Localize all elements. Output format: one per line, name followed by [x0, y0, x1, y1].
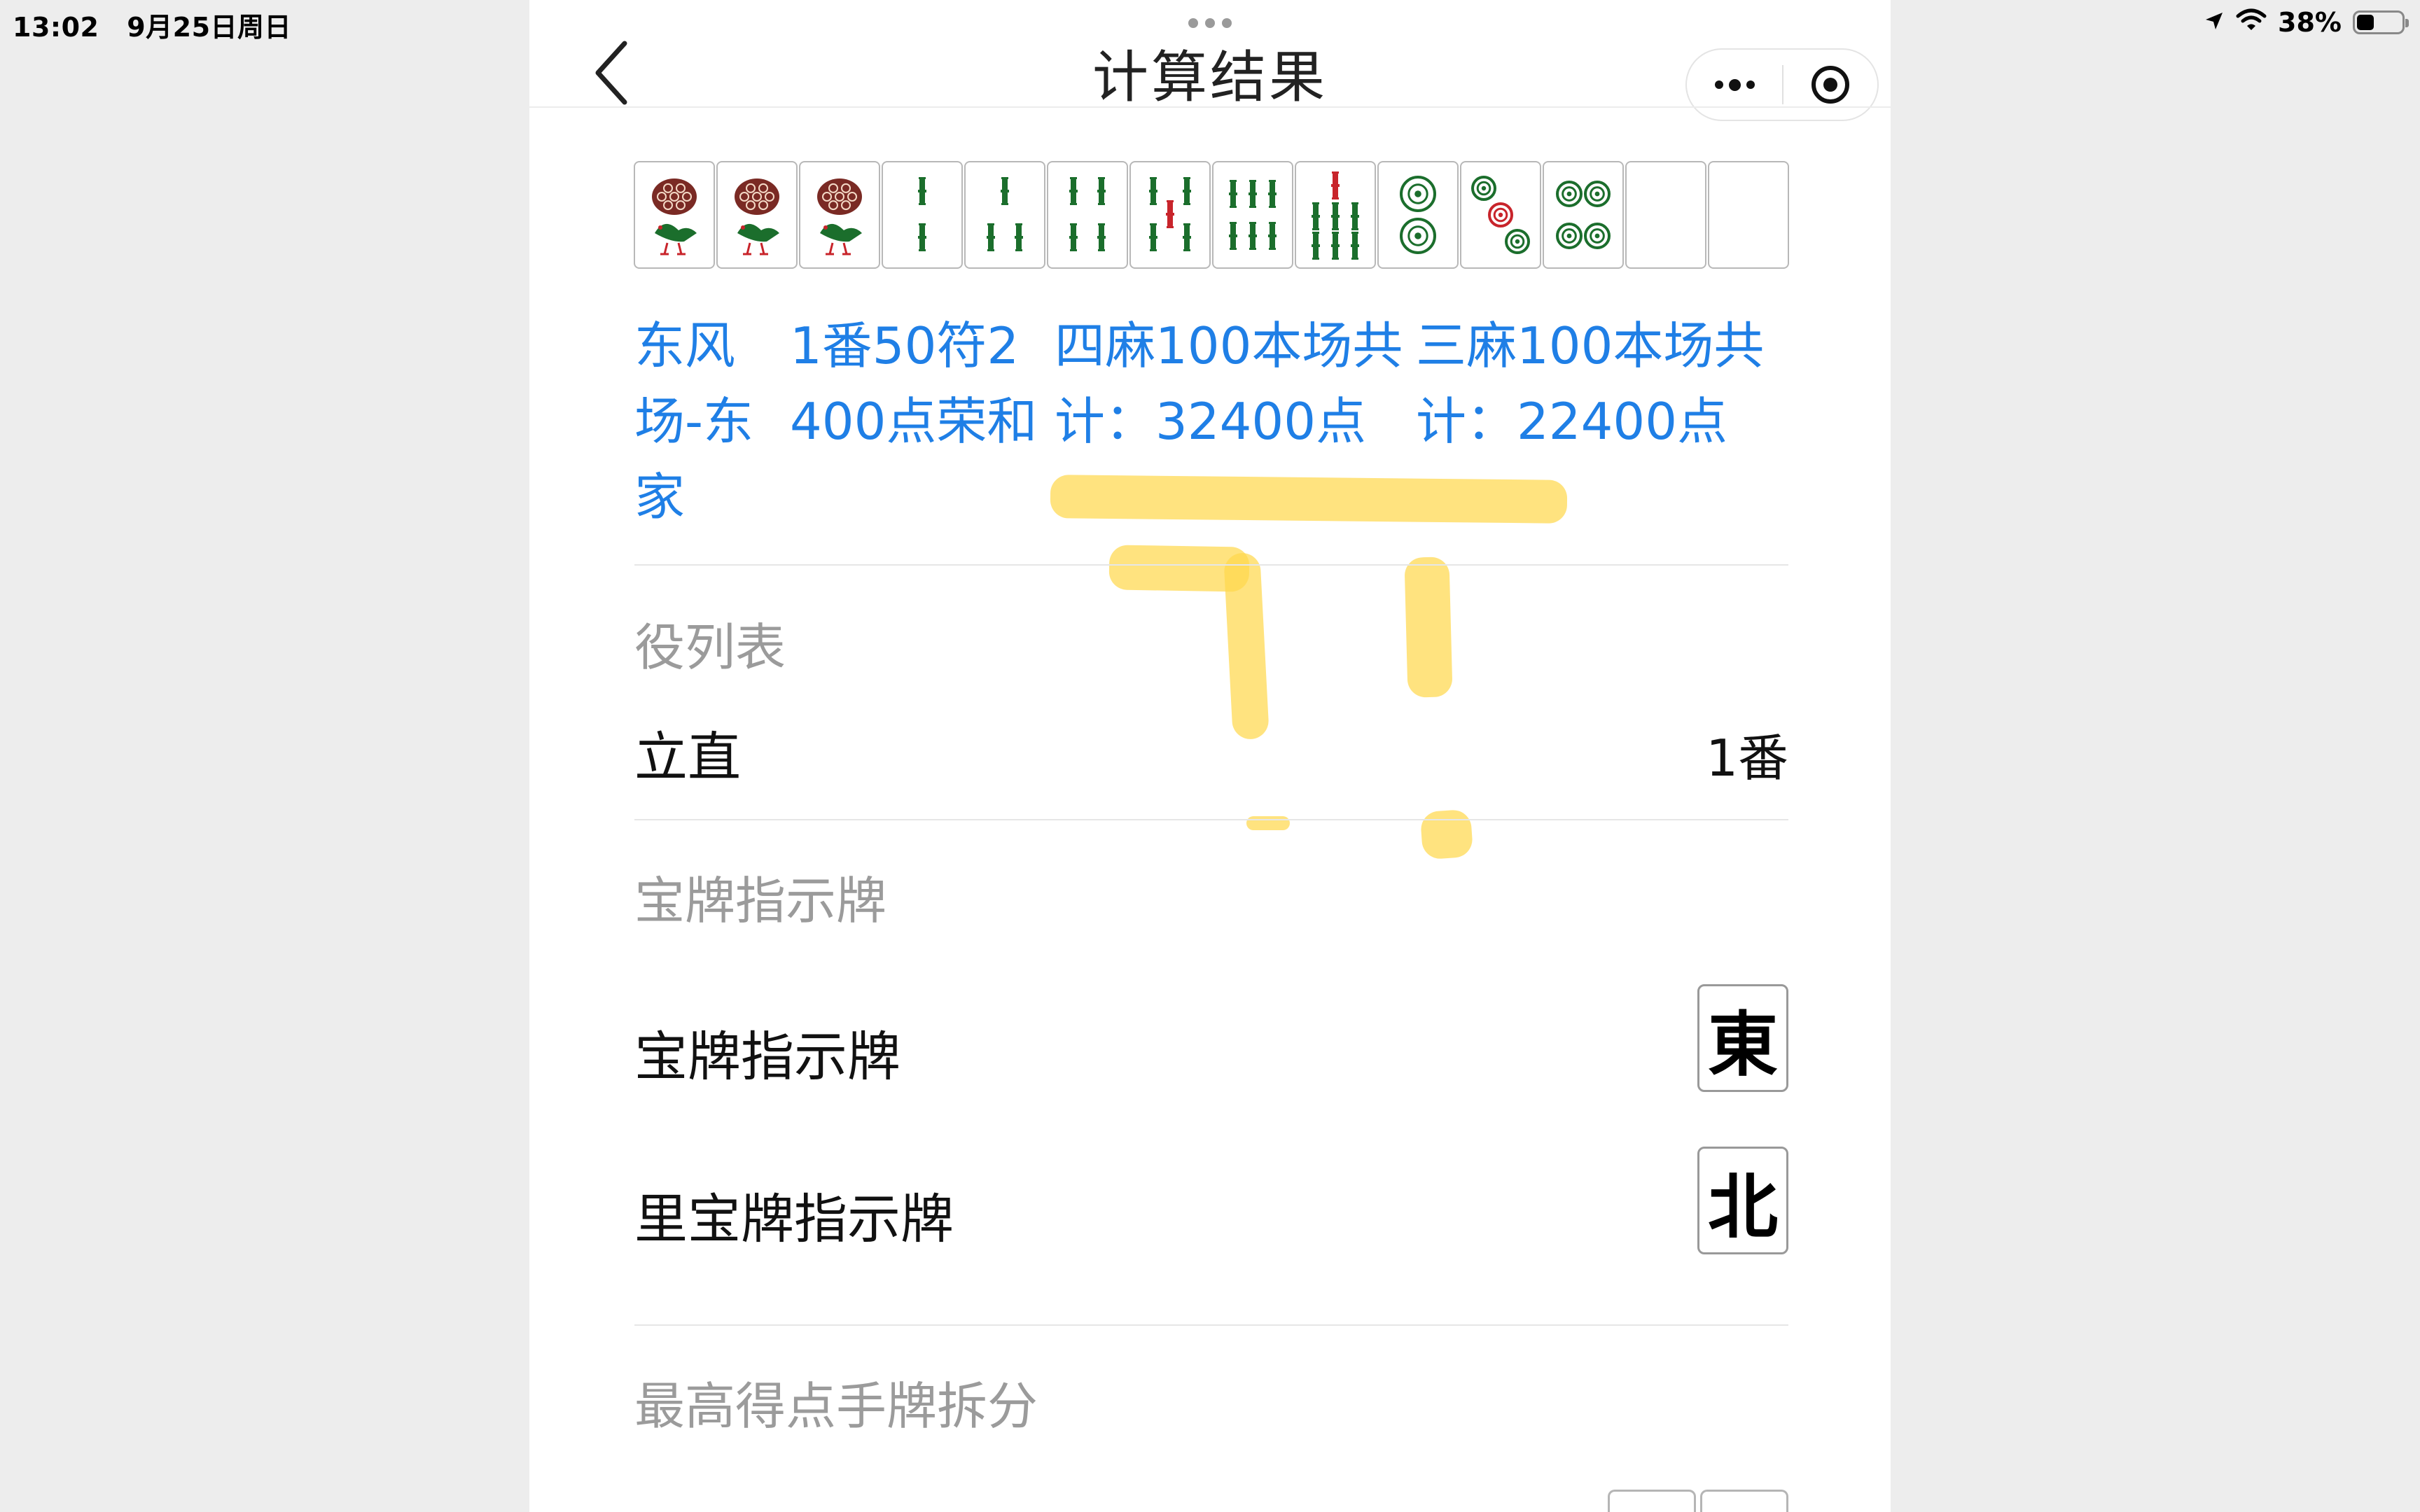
breakdown-section-header: 最高得点手牌拆分	[634, 1377, 1038, 1436]
hand-tile-pin-2[interactable]	[1377, 161, 1459, 269]
close-target-icon[interactable]	[1783, 50, 1877, 120]
hand-tile-pin-4[interactable]	[1543, 161, 1624, 269]
result-yonma-total: 四麻100本场共计：32400点	[1055, 316, 1403, 451]
hand-tile-sou-7[interactable]	[1295, 161, 1376, 269]
hand-tile-sou-3[interactable]	[964, 161, 1045, 269]
sou-tile-icon	[987, 177, 1023, 251]
battery-percent: 38%	[2278, 7, 2342, 38]
highlighter-mark	[1050, 475, 1568, 524]
blank-tile-icon	[1631, 166, 1701, 264]
blank-tile[interactable]	[1708, 161, 1789, 269]
result-seat: 东风场-东家	[634, 316, 753, 526]
app-panel: 计算结果 东风场-东家 1番50符2400点荣和 四麻100本场共计：32400…	[529, 0, 1891, 1512]
dora-indicator-label: 宝牌指示牌	[634, 1026, 900, 1088]
location-icon	[2204, 7, 2225, 38]
status-bar-right: 38%	[2204, 6, 2409, 39]
hand-tile-sou-2[interactable]	[882, 161, 963, 269]
result-sanma-total: 三麻100本场共计：22400点	[1416, 316, 1765, 451]
sou-tile-icon	[1312, 172, 1359, 260]
pin-tile-icon	[1556, 181, 1611, 249]
sou-tile-icon	[1149, 177, 1191, 251]
mini-program-capsule	[1685, 48, 1879, 121]
hand-tile-sou-5[interactable]	[1129, 161, 1211, 269]
section-divider	[634, 1324, 1788, 1326]
breakdown-tile	[1608, 1490, 1696, 1512]
section-divider	[634, 564, 1788, 566]
hand-tile-bird-1[interactable]	[799, 161, 880, 269]
hand-tile-bird-1[interactable]	[634, 161, 715, 269]
hand-tile-sou-4[interactable]	[1047, 161, 1128, 269]
hand-tiles	[634, 161, 1789, 269]
pin-tile-icon	[1471, 176, 1530, 254]
breakdown-tile	[1700, 1490, 1788, 1512]
status-date: 9月25日周日	[127, 12, 292, 43]
blank-tile[interactable]	[1625, 161, 1706, 269]
sou-tile-icon	[1069, 177, 1106, 251]
highlighter-mark	[1404, 556, 1453, 698]
dora-indicator-tile: 東	[1697, 984, 1788, 1092]
bird-tile-icon	[652, 178, 697, 255]
ura-dora-indicator-label: 里宝牌指示牌	[634, 1188, 954, 1250]
screen: 13:02 9月25日周日 38% 计算结果 东风场-东家 1番50符2400点…	[0, 0, 2420, 1512]
result-score: 1番50符2400点荣和	[790, 316, 1038, 451]
wifi-icon	[2236, 7, 2267, 38]
status-time: 13:02	[13, 12, 99, 43]
bird-tile-icon	[735, 178, 779, 255]
yaku-name: 立直	[634, 726, 741, 788]
highlighter-mark	[1223, 552, 1270, 741]
hand-tile-bird-1[interactable]	[716, 161, 798, 269]
sou-tile-icon	[1229, 180, 1277, 250]
battery-icon	[2353, 10, 2409, 34]
dora-section-header: 宝牌指示牌	[634, 872, 887, 930]
sou-tile-icon	[918, 177, 926, 251]
yaku-han: 1番	[1706, 729, 1788, 788]
pin-tile-icon	[1400, 176, 1436, 254]
status-bar-left: 13:02 9月25日周日	[13, 6, 310, 44]
more-options-icon[interactable]	[1687, 50, 1782, 120]
drag-handle-dots-icon[interactable]	[1188, 18, 1232, 28]
battery-level	[2357, 15, 2374, 30]
nav-divider	[529, 106, 1891, 108]
hand-tile-pin-3[interactable]	[1460, 161, 1541, 269]
hand-tile-sou-6[interactable]	[1212, 161, 1293, 269]
section-divider	[634, 819, 1788, 820]
yaku-section-header: 役列表	[634, 618, 786, 677]
bird-tile-icon	[817, 178, 862, 255]
ura-dora-indicator-tile: 北	[1697, 1147, 1788, 1254]
highlighter-mark	[1246, 816, 1290, 830]
highlighter-mark	[1419, 808, 1474, 860]
blank-tile-icon	[1713, 166, 1783, 264]
